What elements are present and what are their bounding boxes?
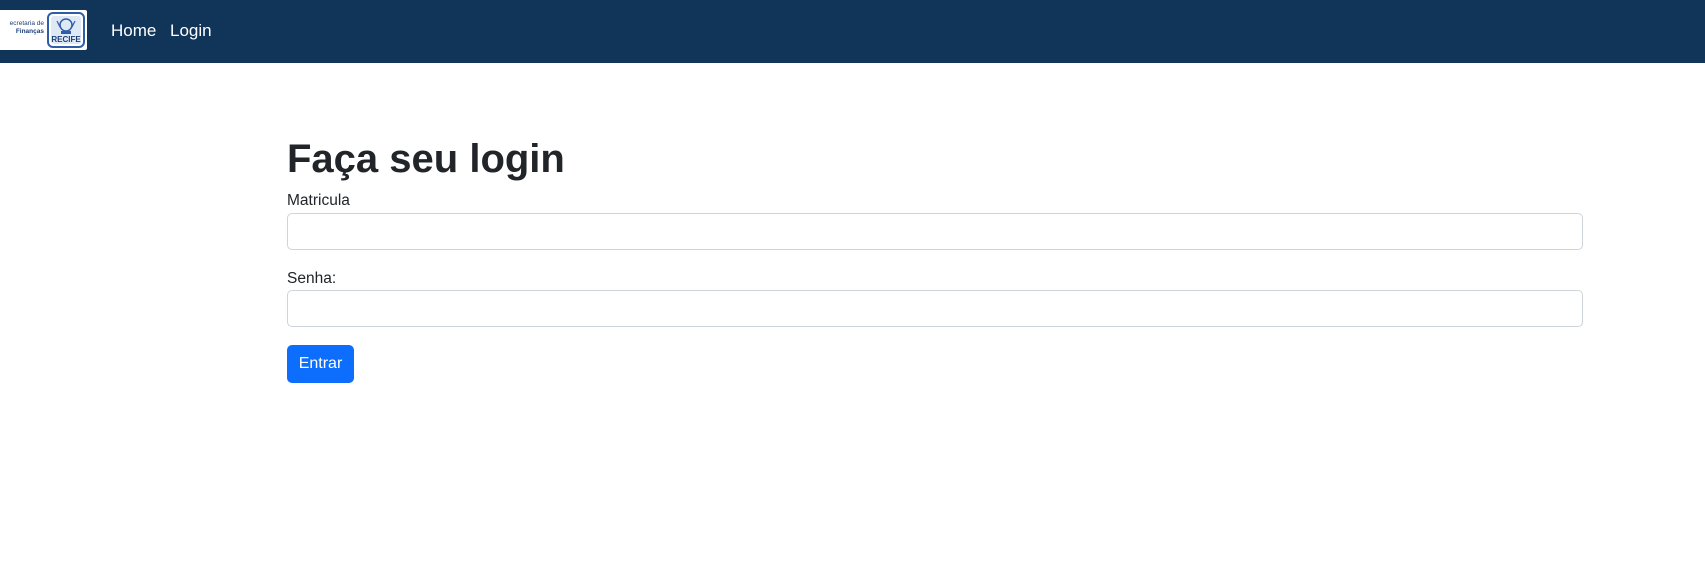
page-title: Faça seu login (287, 137, 565, 181)
senha-input[interactable] (287, 290, 1583, 327)
senha-label: Senha: (287, 270, 337, 287)
matricula-input[interactable] (287, 213, 1583, 250)
nav-link-home[interactable]: Home (111, 20, 156, 41)
logo-text: ecretaria de Finanças (0, 20, 44, 36)
entrar-button[interactable]: Entrar (287, 345, 354, 383)
recife-crest-icon: RECIFE (47, 12, 85, 48)
nav-link-login[interactable]: Login (170, 20, 212, 41)
top-navbar: ecretaria de Finanças RECIFE Home Login (0, 0, 1705, 63)
logo-line-1: ecretaria de (9, 20, 44, 27)
matricula-label: Matricula (287, 192, 350, 209)
logo-badge-text: RECIFE (51, 35, 81, 44)
logo-line-2: Finanças (15, 28, 44, 35)
brand-logo[interactable]: ecretaria de Finanças RECIFE (0, 10, 87, 50)
